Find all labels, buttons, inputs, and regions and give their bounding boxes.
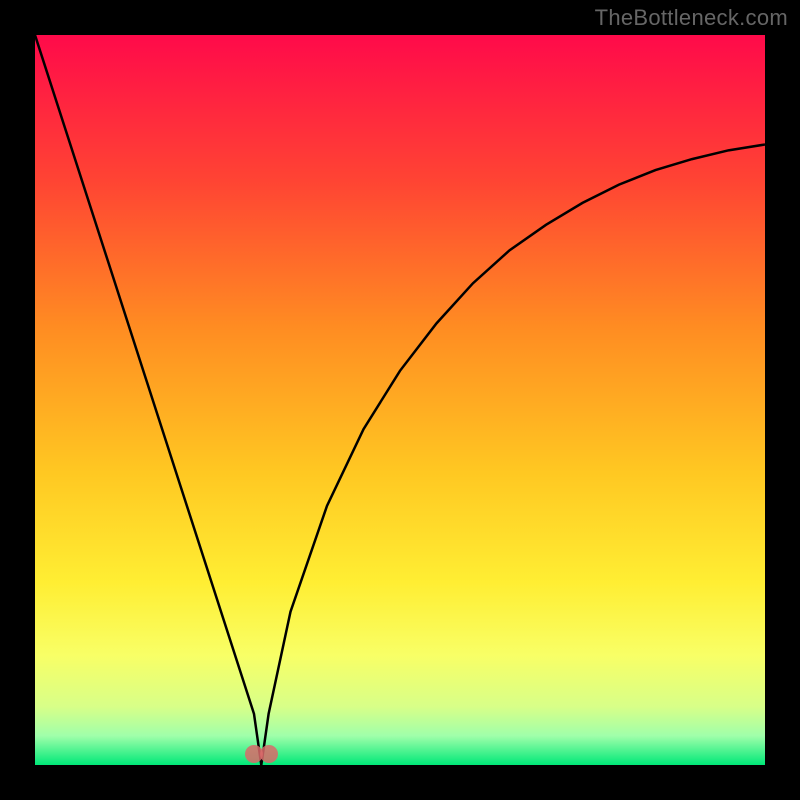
optimum-marker xyxy=(260,745,278,763)
chart-area xyxy=(35,35,765,765)
watermark-text: TheBottleneck.com xyxy=(595,5,788,31)
gradient-background xyxy=(35,35,765,765)
chart-container: TheBottleneck.com xyxy=(0,0,800,800)
